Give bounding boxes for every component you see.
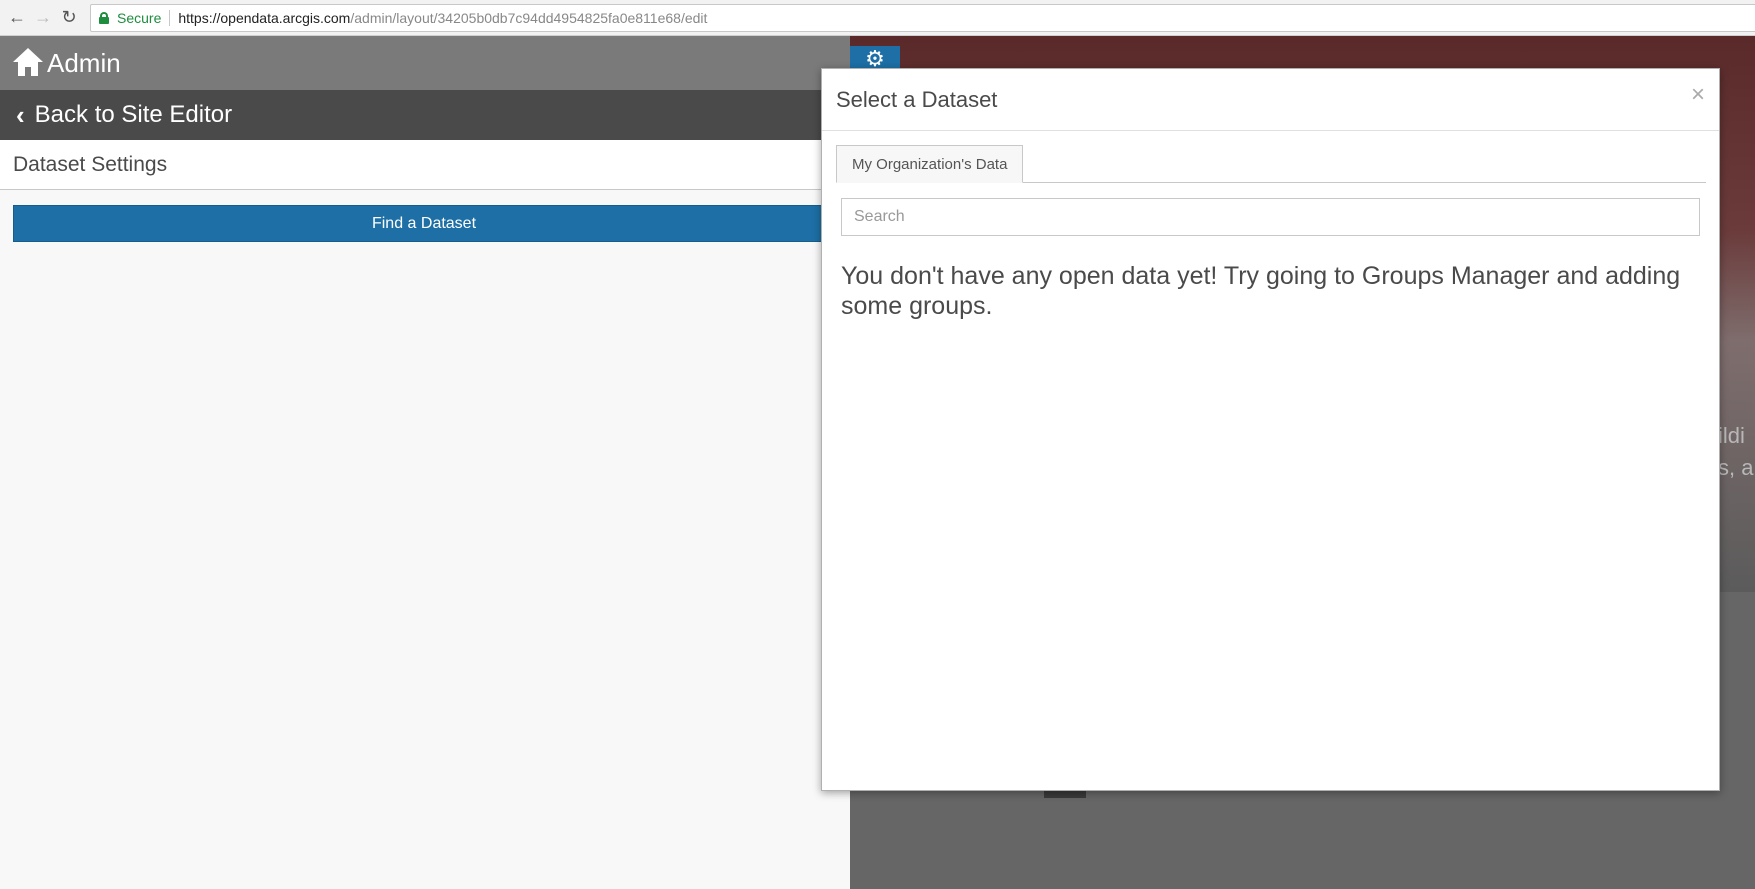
lock-icon	[99, 12, 109, 24]
browser-toolbar: ← → ↻ Secure https://opendata.arcgis.com…	[0, 0, 1755, 36]
select-dataset-modal: Select a Dataset × My Organization's Dat…	[821, 68, 1720, 791]
url-host: https://opendata.arcgis.com	[178, 10, 351, 26]
admin-header[interactable]: Admin	[0, 36, 850, 90]
close-icon[interactable]: ×	[1691, 83, 1705, 107]
modal-title: Select a Dataset	[836, 86, 998, 112]
tab-my-organizations-data[interactable]: My Organization's Data	[836, 145, 1024, 183]
dataset-settings-heading: Dataset Settings	[0, 140, 850, 190]
back-label: Back to Site Editor	[34, 101, 233, 128]
forward-arrow-icon[interactable]: →	[32, 7, 54, 29]
admin-title[interactable]: Admin	[47, 48, 121, 79]
address-divider	[169, 10, 171, 26]
empty-state-message: You don't have any open data yet! Try go…	[841, 262, 1681, 320]
address-bar[interactable]: Secure https://opendata.arcgis.com/admin…	[90, 4, 1755, 32]
find-dataset-button[interactable]: Find a Dataset	[13, 205, 835, 242]
url-path: /admin/layout/34205b0db7c94dd4954825fa0e…	[350, 10, 708, 26]
secure-label: Secure	[117, 10, 162, 26]
preview-text-fragment: ildi	[1718, 423, 1745, 448]
back-arrow-icon[interactable]: ←	[6, 7, 28, 29]
home-icon[interactable]	[13, 48, 43, 78]
preview-text-fragment: s, a	[1718, 455, 1754, 480]
reload-icon[interactable]: ↻	[58, 7, 80, 29]
chevron-left-icon: ‹	[16, 100, 25, 130]
modal-header: Select a Dataset ×	[822, 69, 1719, 131]
search-input[interactable]	[841, 198, 1700, 236]
modal-tabs: My Organization's Data	[836, 145, 1706, 183]
back-to-site-editor-link[interactable]: ‹ Back to Site Editor	[0, 90, 850, 140]
